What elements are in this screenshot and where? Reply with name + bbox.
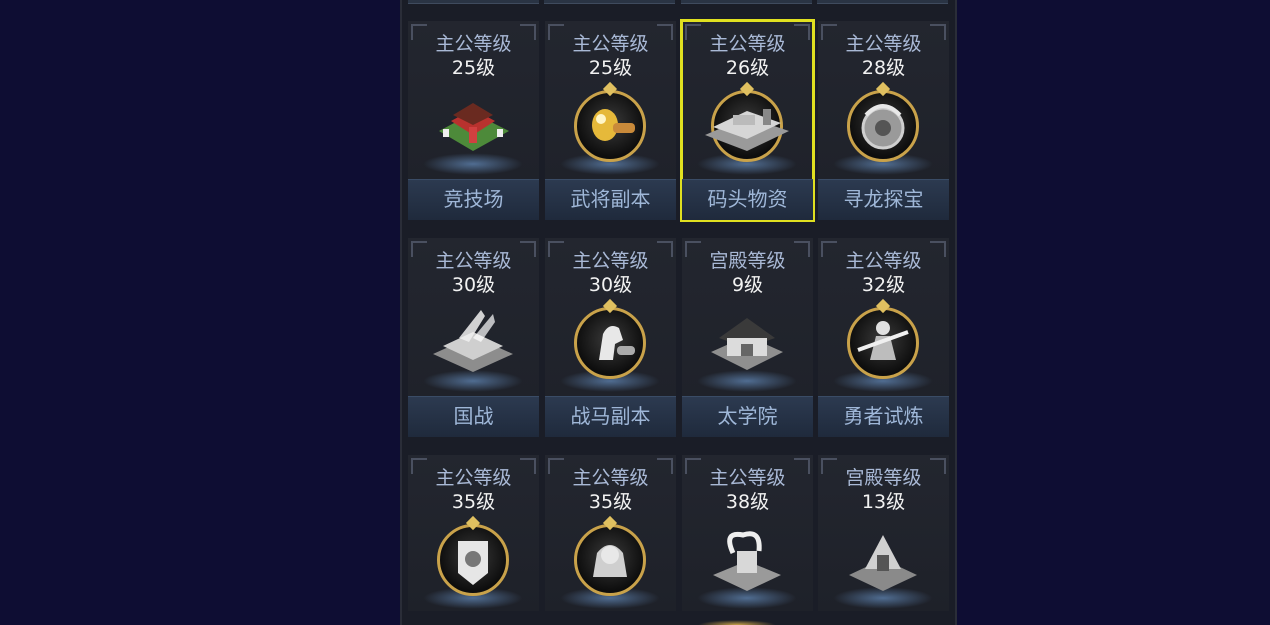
feature-name: 战马副本 — [545, 396, 676, 437]
requirement-type: 主公等级 — [709, 33, 786, 55]
feature-name: 武将副本 — [545, 179, 676, 220]
requirement-type: 宫殿等级 — [845, 467, 922, 489]
arena-icon — [439, 103, 509, 151]
feature-name: 竞技场 — [408, 179, 539, 220]
tower-icon — [849, 535, 917, 591]
requirement-level: 35级 — [451, 491, 496, 513]
feature-card[interactable]: 宫殿等级 9级 太学院 — [682, 238, 813, 437]
requirement-type: 主公等级 — [435, 33, 512, 55]
feature-name: 寻龙探宝 — [818, 179, 949, 220]
feature-card[interactable]: 主公等级 38级 — [682, 455, 813, 611]
requirement-level: 32级 — [861, 274, 906, 296]
feature-card[interactable]: 主公等级 32级 勇者试炼 — [818, 238, 949, 437]
requirement-level: 13级 — [861, 491, 906, 513]
requirement-level: 26级 — [725, 57, 770, 79]
dock-supplies-icon — [705, 109, 789, 151]
requirement-level: 28级 — [861, 57, 906, 79]
lion-statue-icon — [574, 524, 646, 596]
feature-card[interactable]: 主公等级 30级 战马副本 — [545, 238, 676, 437]
warhorse-dungeon-icon — [574, 307, 646, 379]
requirement-level: 38级 — [725, 491, 770, 513]
requirement-type: 宫殿等级 — [709, 250, 786, 272]
previous-row-edge — [402, 0, 955, 4]
feature-unlock-panel: 主公等级 25级 竞技场 主公等级 25级 武将副本 主公等级 26级 码头物资… — [400, 0, 957, 625]
requirement-type: 主公等级 — [435, 467, 512, 489]
national-war-icon — [433, 310, 513, 372]
feature-card[interactable]: 主公等级 35级 — [545, 455, 676, 611]
requirement-type: 主公等级 — [572, 467, 649, 489]
feature-card-selected[interactable]: 主公等级 26级 码头物资 — [680, 19, 815, 222]
feature-card[interactable]: 主公等级 35级 — [408, 455, 539, 611]
feature-card[interactable]: 主公等级 25级 武将副本 — [545, 21, 676, 220]
requirement-level: 30级 — [588, 274, 633, 296]
requirement-type: 主公等级 — [709, 467, 786, 489]
hero-trial-icon — [847, 307, 919, 379]
feature-name: 国战 — [408, 396, 539, 437]
requirement-type: 主公等级 — [572, 33, 649, 55]
feature-name: 勇者试炼 — [818, 396, 949, 437]
requirement-level: 25级 — [588, 57, 633, 79]
banner-shield-icon — [437, 524, 509, 596]
academy-icon — [711, 318, 783, 370]
requirement-type: 主公等级 — [845, 33, 922, 55]
feature-card[interactable]: 主公等级 30级 国战 — [408, 238, 539, 437]
dragon-altar-icon — [713, 531, 781, 591]
feature-card[interactable]: 主公等级 25级 竞技场 — [408, 21, 539, 220]
requirement-type: 主公等级 — [845, 250, 922, 272]
requirement-level: 35级 — [588, 491, 633, 513]
requirement-level: 9级 — [731, 274, 764, 296]
general-dungeon-icon — [574, 90, 646, 162]
next-row-glow — [698, 620, 776, 625]
feature-name: 太学院 — [682, 396, 813, 437]
requirement-type: 主公等级 — [572, 250, 649, 272]
feature-card[interactable]: 宫殿等级 13级 — [818, 455, 949, 611]
dragon-treasure-icon — [847, 90, 919, 162]
feature-name: 码头物资 — [682, 179, 813, 220]
requirement-level: 25级 — [451, 57, 496, 79]
requirement-level: 30级 — [451, 274, 496, 296]
requirement-type: 主公等级 — [435, 250, 512, 272]
feature-card[interactable]: 主公等级 28级 寻龙探宝 — [818, 21, 949, 220]
